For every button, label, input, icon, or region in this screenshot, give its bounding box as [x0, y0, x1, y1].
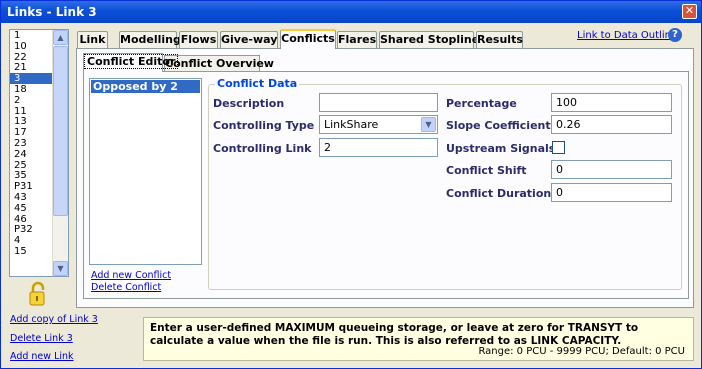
slope-coefficient-label: Slope Coefficient	[446, 119, 551, 132]
description-label: Description	[213, 97, 285, 110]
conflict-duration-label: Conflict Duration	[446, 187, 552, 200]
add-new-link[interactable]: Add new Link	[10, 351, 74, 362]
delete-conflict-link[interactable]: Delete Conflict	[91, 282, 161, 293]
link-list-scrollbar[interactable]: ▲ ▼	[52, 30, 68, 276]
conflict-duration-field[interactable]: 0	[551, 183, 672, 202]
upstream-signals-label: Upstream Signals	[446, 142, 556, 155]
scroll-down-icon[interactable]: ▼	[53, 261, 68, 276]
chevron-down-icon[interactable]: ▼	[421, 117, 436, 132]
percentage-field[interactable]: 100	[551, 93, 672, 112]
upstream-signals-checkbox[interactable]	[552, 141, 565, 154]
percentage-label: Percentage	[446, 97, 517, 110]
conflict-list-item[interactable]: Opposed by 2	[91, 80, 200, 93]
tab-flares[interactable]: Flares	[337, 31, 377, 48]
description-field[interactable]	[319, 93, 438, 112]
help-icon[interactable]: ?	[668, 28, 682, 42]
tab-link[interactable]: Link	[77, 31, 108, 48]
subtab-conflict-editor-label: Conflict Editor	[84, 54, 179, 69]
lock-icon[interactable]	[27, 281, 49, 307]
controlling-link-field[interactable]: 2	[319, 138, 438, 157]
scroll-up-icon[interactable]: ▲	[53, 30, 68, 45]
subtab-conflict-overview[interactable]: Conflict Overview	[164, 55, 274, 71]
conflict-shift-field[interactable]: 0	[551, 160, 672, 179]
slope-coefficient-field[interactable]: 0.26	[551, 115, 672, 134]
tab-flows[interactable]: Flows	[179, 31, 218, 48]
tab-conflicts[interactable]: Conflicts	[280, 29, 336, 49]
controlling-type-select[interactable]: LinkShare ▼	[319, 115, 438, 134]
controlling-type-value: LinkShare	[324, 118, 379, 131]
links-window: Links - Link 3 ✕ 1 10 22 21 3 18 2 11 13 17 23 24 25…	[0, 0, 702, 369]
help-panel: Enter a user-defined MAXIMUM queueing st…	[143, 317, 694, 361]
controlling-link-label: Controlling Link	[213, 142, 312, 155]
conflict-data-title: Conflict Data	[215, 77, 300, 90]
add-new-conflict-link[interactable]: Add new Conflict	[91, 270, 171, 281]
tab-modelling[interactable]: Modelling	[119, 31, 181, 48]
add-copy-link[interactable]: Add copy of Link 3	[10, 314, 98, 325]
tab-results[interactable]: Results	[476, 31, 523, 48]
subtab-conflict-editor[interactable]: Conflict Editor	[83, 53, 179, 72]
conflict-list[interactable]: Opposed by 2	[89, 78, 202, 265]
window-title: Links - Link 3	[7, 5, 97, 19]
close-button[interactable]: ✕	[682, 4, 697, 19]
scroll-thumb[interactable]	[53, 46, 68, 216]
range-text: Range: 0 PCU - 9999 PCU; Default: 0 PCU	[478, 346, 685, 357]
title-bar: Links - Link 3 ✕	[1, 1, 701, 23]
link-to-data-outline[interactable]: Link to Data Outline	[577, 30, 677, 41]
conflict-shift-label: Conflict Shift	[446, 164, 527, 177]
delete-link[interactable]: Delete Link 3	[10, 333, 73, 344]
help-text: Enter a user-defined MAXIMUM queueing st…	[150, 322, 639, 347]
link-list[interactable]: 1 10 22 21 3 18 2 11 13 17 23 24 25 35 P31 43 45 46 P32 4 15…	[9, 29, 69, 277]
tab-give-way[interactable]: Give-way	[220, 31, 278, 48]
controlling-type-label: Controlling Type	[213, 119, 315, 132]
tab-shared-stoplines[interactable]: Shared Stoplines	[379, 31, 486, 48]
